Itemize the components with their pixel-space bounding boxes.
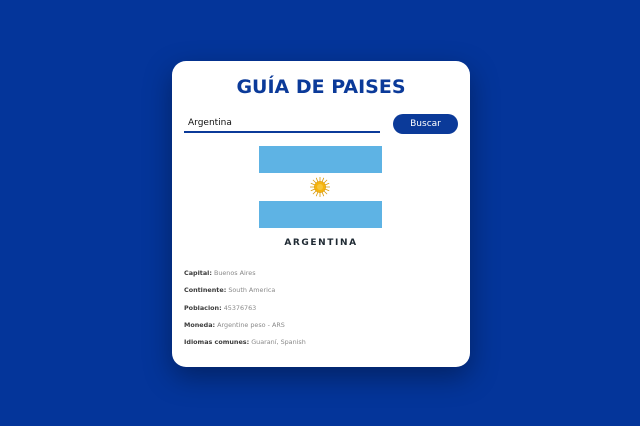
detail-capital: Capital: Buenos Aires xyxy=(184,268,454,285)
search-button[interactable]: Buscar xyxy=(393,114,458,134)
detail-continent: Continente: South America xyxy=(184,285,454,302)
detail-value: Buenos Aires xyxy=(213,269,256,277)
search-input[interactable] xyxy=(184,114,380,133)
country-details: Capital: Buenos Aires Continente: South … xyxy=(184,268,454,354)
detail-population: Poblacion: 45376763 xyxy=(184,303,454,320)
detail-languages: Idiomas comunes: Guaraní, Spanish xyxy=(184,337,454,354)
sun-of-may-icon xyxy=(310,177,330,197)
detail-label: Idiomas comunes: xyxy=(184,338,250,347)
argentina-flag-icon xyxy=(259,146,382,228)
flag-bottom-stripe xyxy=(259,201,382,228)
detail-label: Continente: xyxy=(184,286,227,295)
detail-label: Poblacion: xyxy=(184,303,222,312)
flag-top-stripe xyxy=(259,146,382,173)
detail-value: South America xyxy=(228,286,276,295)
country-guide-card: GUÍA DE PAISES Buscar xyxy=(172,61,470,367)
detail-value: Argentine peso - ARS xyxy=(217,320,285,329)
detail-currency: Moneda: Argentine peso - ARS xyxy=(184,320,454,337)
detail-value: Guaraní, Spanish xyxy=(251,338,306,347)
page-title: GUÍA DE PAISES xyxy=(236,76,406,98)
country-name: ARGENTINA xyxy=(284,238,358,248)
detail-label: Moneda: xyxy=(184,320,216,329)
page-background: GUÍA DE PAISES Buscar xyxy=(0,0,640,426)
detail-value: 45376763 xyxy=(223,303,257,312)
detail-label: Capital: xyxy=(184,269,212,277)
